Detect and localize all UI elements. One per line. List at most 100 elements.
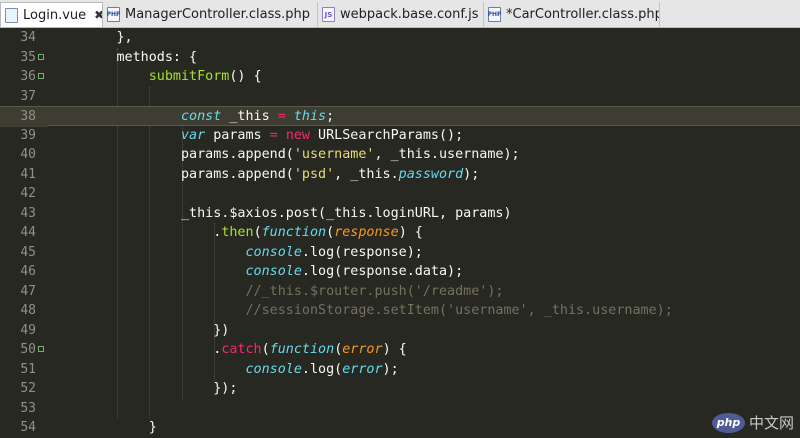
code-token: //_this.$router.push('/readme');	[245, 283, 504, 299]
code-token: console	[245, 361, 302, 377]
tab-label: ManagerController.class.php	[125, 7, 311, 22]
code-text: });	[52, 379, 237, 399]
code-line[interactable]: 50 .catch(function(error) {	[0, 340, 800, 360]
code-token: error	[342, 342, 383, 357]
watermark-text: 中文网	[748, 414, 794, 432]
code-token: URLSearchParams();	[310, 127, 464, 143]
line-number: 50	[20, 342, 36, 357]
code-token: .log(	[301, 361, 343, 377]
code-token: function	[269, 342, 335, 357]
line-gutter: 50	[0, 340, 48, 360]
code-text: console.log(error);	[52, 360, 399, 380]
code-line[interactable]: 37	[0, 87, 800, 107]
code-token: _this.$axios.post(_this.loginURL, params…	[52, 205, 512, 221]
code-line[interactable]: 47 //_this.$router.push('/readme');	[0, 282, 800, 302]
tab-login-vue[interactable]: Login.vue ✖	[0, 2, 103, 27]
line-number: 46	[20, 264, 36, 279]
code-text: .then(function(response) {	[52, 223, 423, 243]
code-text: .catch(function(error) {	[52, 340, 407, 360]
line-gutter: 37	[0, 87, 48, 107]
code-token: }	[52, 420, 157, 435]
code-token: =	[277, 109, 286, 124]
code-text: params.append('psd', _this.password);	[52, 165, 479, 185]
code-text: var params = new URLSearchParams();	[52, 126, 463, 146]
line-number: 38	[20, 109, 36, 124]
code-token: methods: {	[52, 49, 198, 65]
code-line[interactable]: 45 console.log(response);	[0, 243, 800, 263]
tab-webpack-base-conf-js[interactable]: JS webpack.base.conf.js	[318, 2, 484, 27]
code-token: //sessionStorage.setItem('username', _th…	[245, 303, 673, 318]
code-line[interactable]: 43 _this.$axios.post(_this.loginURL, par…	[0, 204, 800, 224]
code-line[interactable]: 46 console.log(response.data);	[0, 262, 800, 282]
code-text: methods: {	[52, 48, 197, 68]
tab-label: Login.vue	[23, 7, 87, 23]
code-token: , _this.username);	[374, 147, 520, 162]
code-text: submitForm() {	[52, 67, 262, 87]
code-text: //sessionStorage.setItem('username', _th…	[52, 301, 673, 321]
code-token: });	[52, 381, 238, 396]
code-line[interactable]: 34 },	[0, 28, 800, 48]
code-token: () {	[229, 69, 262, 84]
line-number: 34	[20, 30, 36, 45]
code-line[interactable]: 36 submitForm() {	[0, 67, 800, 87]
line-number: 49	[20, 322, 36, 338]
fold-marker-icon[interactable]	[38, 53, 44, 60]
code-editor[interactable]: 34 }, 35 methods: {36 submitForm() {37 38 …	[0, 28, 800, 437]
line-gutter: 43	[0, 204, 48, 224]
code-line[interactable]: 39 var params = new URLSearchParams();	[0, 126, 800, 146]
line-gutter: 53	[0, 399, 48, 419]
code-line[interactable]: 35 methods: {	[0, 48, 800, 68]
line-gutter: 41	[0, 165, 48, 185]
code-token: ;	[326, 109, 335, 124]
line-gutter: 48	[0, 301, 48, 321]
tab-close-icon[interactable]: ✖	[94, 8, 102, 22]
line-gutter: 54	[0, 418, 48, 438]
code-line[interactable]: 52 });	[0, 379, 800, 399]
code-text: })	[52, 321, 229, 341]
watermark-logo: php	[711, 412, 745, 433]
code-line[interactable]: 42	[0, 184, 800, 204]
code-token: 'psd'	[293, 166, 335, 182]
js-file-icon: JS	[322, 7, 335, 22]
code-line[interactable]: 40 params.append('username', _this.usern…	[0, 145, 800, 165]
php-file-icon: PHP	[107, 7, 120, 22]
line-number: 43	[20, 205, 36, 221]
code-token: .log(response);	[301, 244, 423, 260]
code-line[interactable]: 51 console.log(error);	[0, 360, 800, 380]
fold-marker-icon[interactable]	[38, 73, 44, 79]
code-token: var	[181, 127, 206, 143]
code-token: console	[245, 244, 302, 260]
code-token: );	[382, 361, 399, 377]
line-number: 54	[20, 420, 36, 435]
line-gutter: 38	[0, 107, 48, 127]
code-line[interactable]: 53	[0, 399, 800, 419]
code-line[interactable]: 41 params.append('psd', _this.password);	[0, 165, 800, 185]
fold-marker-icon[interactable]	[38, 346, 44, 352]
tab-managercontroller-class-php[interactable]: PHP ManagerController.class.php	[103, 2, 318, 27]
line-number: 45	[20, 244, 36, 260]
code-token: })	[52, 322, 230, 338]
code-line[interactable]: 38 const _this = this;	[0, 106, 800, 127]
code-line[interactable]: 48 //sessionStorage.setItem('username', …	[0, 301, 800, 321]
code-line[interactable]: 44 .then(function(response) {	[0, 223, 800, 243]
line-number: 44	[20, 225, 36, 240]
code-token: _this	[221, 109, 278, 124]
code-token: (	[253, 225, 262, 240]
code-token: (	[261, 342, 270, 357]
code-line[interactable]: 54 }	[0, 418, 800, 438]
tab-carcontroller-class-php[interactable]: PHP *CarController.class.php	[484, 2, 660, 27]
code-text: console.log(response);	[52, 243, 423, 263]
line-gutter: 46	[0, 262, 48, 282]
line-gutter: 39	[0, 126, 48, 146]
code-token: function	[261, 225, 327, 240]
code-text: //_this.$router.push('/readme');	[52, 282, 503, 302]
code-token: },	[52, 30, 133, 45]
tab-label: *CarController.class.php	[506, 7, 660, 22]
line-number: 37	[20, 88, 36, 104]
code-token: params.append(	[52, 147, 294, 162]
code-line[interactable]: 49 })	[0, 321, 800, 341]
